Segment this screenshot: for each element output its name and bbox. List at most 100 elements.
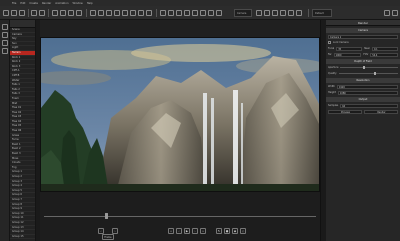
keyframe-icon[interactable]: ◇: [240, 228, 246, 234]
near-label: Near: [364, 47, 370, 50]
camera-name-field[interactable]: Camera 1: [328, 34, 398, 39]
preview-icon[interactable]: [296, 10, 302, 16]
width-field[interactable]: 1920: [336, 84, 398, 89]
buttons-row: Preview Render: [326, 109, 400, 114]
section-header-camera[interactable]: Camera: [326, 28, 400, 33]
scene-icon[interactable]: [2, 24, 8, 30]
layers-icon[interactable]: [2, 32, 8, 38]
step-back-icon[interactable]: ‹: [176, 228, 182, 234]
scene-tree-item[interactable]: Group 15: [10, 235, 35, 240]
width-row: Width 1920: [326, 84, 400, 89]
frame-icon[interactable]: [280, 10, 286, 16]
fov-label: FOV: [363, 53, 369, 56]
focal-field[interactable]: 35: [336, 46, 363, 51]
tree-icon[interactable]: [106, 10, 112, 16]
render-button[interactable]: Render: [364, 109, 398, 114]
menu-item-window[interactable]: Window: [72, 2, 82, 5]
rotate-tool-icon[interactable]: [68, 10, 74, 16]
move-tool-icon[interactable]: [60, 10, 66, 16]
section-header-resolution[interactable]: Resolution: [326, 78, 400, 83]
fov-field[interactable]: 54.4: [370, 52, 398, 57]
properties-panel: Render Camera Camera 1 Lock Camera Focal…: [326, 20, 400, 241]
menu-item-edit[interactable]: Edit: [20, 2, 25, 5]
fast-forward-icon[interactable]: »: [200, 228, 206, 234]
terrain-icon[interactable]: [90, 10, 96, 16]
aperture-slider[interactable]: [340, 65, 398, 69]
snap-icon[interactable]: [168, 10, 174, 16]
open-icon[interactable]: [11, 10, 17, 16]
lock-camera-checkbox[interactable]: [328, 41, 331, 44]
water-icon[interactable]: [98, 10, 104, 16]
toolbar-divider: [308, 9, 309, 17]
quality-label: Quality: [328, 72, 337, 75]
help-icon[interactable]: [392, 10, 398, 16]
near-field[interactable]: 0.1: [371, 46, 399, 51]
light-icon[interactable]: [122, 10, 128, 16]
record-icon[interactable]: ●: [224, 228, 230, 234]
camera-icon[interactable]: [130, 10, 136, 16]
viewport-3d[interactable]: [40, 37, 320, 192]
section-header-output[interactable]: Output: [326, 97, 400, 102]
quality-slider[interactable]: [338, 71, 398, 75]
step-forward-icon[interactable]: ›: [192, 228, 198, 234]
cloud-icon[interactable]: [138, 10, 144, 16]
scene-tree-list: Scene Camera Sky Sun Light Terrain Rock 1 Rock …: [10, 28, 35, 240]
timeline-track[interactable]: [44, 216, 316, 217]
play-icon[interactable]: ▶: [184, 228, 190, 234]
menu-item-animation[interactable]: Animation: [55, 2, 68, 5]
orbit-icon[interactable]: [272, 10, 278, 16]
shadow-icon[interactable]: [208, 10, 214, 16]
far-field[interactable]: 1000: [333, 52, 362, 57]
panel-title: Render: [326, 20, 400, 26]
rock-icon[interactable]: [114, 10, 120, 16]
atmosphere-icon[interactable]: [216, 10, 222, 16]
wireframe-icon[interactable]: [176, 10, 182, 16]
toolbar-divider: [156, 9, 157, 17]
quality-row: Quality: [326, 71, 400, 76]
loop-icon[interactable]: ↻: [216, 228, 222, 234]
left-tool-strip: [0, 20, 10, 241]
grid-icon[interactable]: [160, 10, 166, 16]
save-icon[interactable]: [19, 10, 25, 16]
rewind-icon[interactable]: «: [168, 228, 174, 234]
height-label: Height: [328, 91, 336, 94]
focal-row: Focal 35 Near 0.1: [326, 46, 400, 51]
far-label: Far: [328, 53, 332, 56]
menu-item-render[interactable]: Render: [42, 2, 51, 5]
width-label: Width: [328, 85, 335, 88]
height-row: Height 1080: [326, 90, 400, 95]
materials-icon[interactable]: [2, 40, 8, 46]
lighting-icon[interactable]: [200, 10, 206, 16]
fog-icon[interactable]: [146, 10, 152, 16]
render-icon[interactable]: [288, 10, 294, 16]
pan-icon[interactable]: [264, 10, 270, 16]
new-icon[interactable]: [3, 10, 9, 16]
redo-icon[interactable]: [39, 10, 45, 16]
camera-row: Camera 1: [326, 34, 400, 39]
main-toolbar: Camera Default: [0, 6, 400, 20]
menu-item-create[interactable]: Create: [29, 2, 38, 5]
view-mode-select[interactable]: Camera: [234, 9, 252, 17]
samples-field[interactable]: 64: [340, 103, 398, 108]
lock-camera-label: Lock Camera: [333, 41, 349, 44]
menu-item-file[interactable]: File: [12, 2, 16, 5]
timeline-playhead[interactable]: [105, 213, 109, 219]
shaded-icon[interactable]: [184, 10, 190, 16]
section-header-dof[interactable]: Depth of Field: [326, 59, 400, 64]
zoom-icon[interactable]: [256, 10, 262, 16]
undo-icon[interactable]: [31, 10, 37, 16]
scale-tool-icon[interactable]: [76, 10, 82, 16]
objects-icon[interactable]: [2, 48, 8, 54]
scene-tree-panel: Scene Camera Sky Sun Light Terrain Rock 1 Rock …: [10, 20, 36, 241]
frame-button[interactable]: Frame: [102, 234, 114, 240]
textured-icon[interactable]: [192, 10, 198, 16]
scene-tree-header: [10, 20, 35, 28]
menu-item-help[interactable]: Help: [87, 2, 93, 5]
height-field[interactable]: 1080: [337, 90, 398, 95]
select-tool-icon[interactable]: [52, 10, 58, 16]
settings-icon[interactable]: [384, 10, 390, 16]
key-icon[interactable]: ◆: [232, 228, 238, 234]
preview-button[interactable]: Preview: [328, 109, 362, 114]
render-mode-select[interactable]: Default: [312, 9, 332, 17]
viewport-header: [40, 20, 320, 37]
